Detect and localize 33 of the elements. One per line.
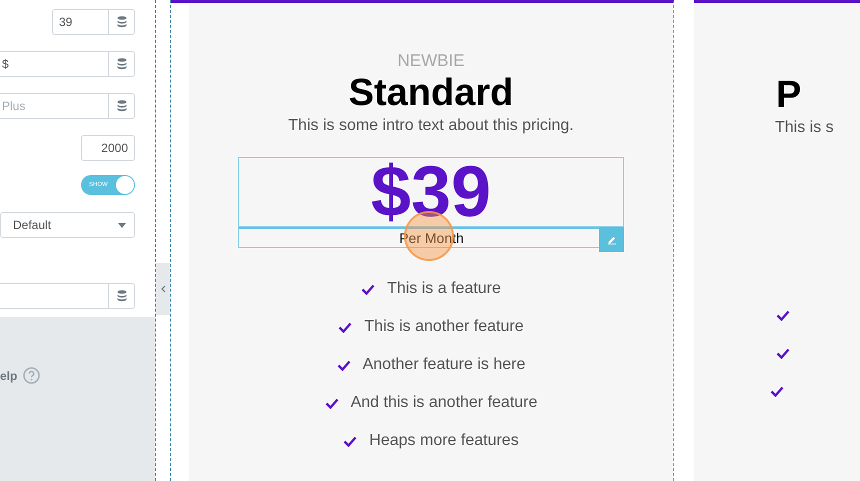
price-widget[interactable]: $39 [238,157,624,227]
check-icon [776,348,790,358]
check-icon [336,360,351,370]
input-field[interactable]: 39 [52,9,108,35]
check-icon [324,398,339,408]
database-icon[interactable] [108,283,135,309]
check-icon [776,310,790,320]
help-link[interactable]: elp [0,369,18,383]
feature-text: Another feature is here [362,356,526,374]
intro-text: This is s [775,119,834,137]
plan-title: P [776,73,802,117]
feature-text: This is a feature [387,280,501,298]
select-dropdown[interactable]: Default [0,212,135,238]
feature-text: And this is another feature [350,394,538,412]
chevron-left-icon [160,285,166,293]
database-icon[interactable] [108,93,135,119]
number-field[interactable]: 2000 [81,135,135,161]
price: $39 [370,157,492,227]
input-field[interactable]: Plus [0,93,108,119]
feature-text: Heaps more features [369,432,519,450]
feature-text: This is another feature [364,318,524,336]
caret-icon [118,222,126,228]
plan-tag: NEWBIE [397,51,465,71]
check-icon [338,322,352,332]
check-icon [361,284,376,294]
pencil-icon [606,234,616,244]
database-icon[interactable] [108,51,135,77]
input-field[interactable]: $ [0,51,108,77]
check-icon [343,436,358,446]
intro-text: This is some intro text about this pricing. [288,117,574,135]
check-icon [770,386,784,396]
database-icon[interactable] [108,9,135,35]
plan-title: Standard [348,71,514,115]
